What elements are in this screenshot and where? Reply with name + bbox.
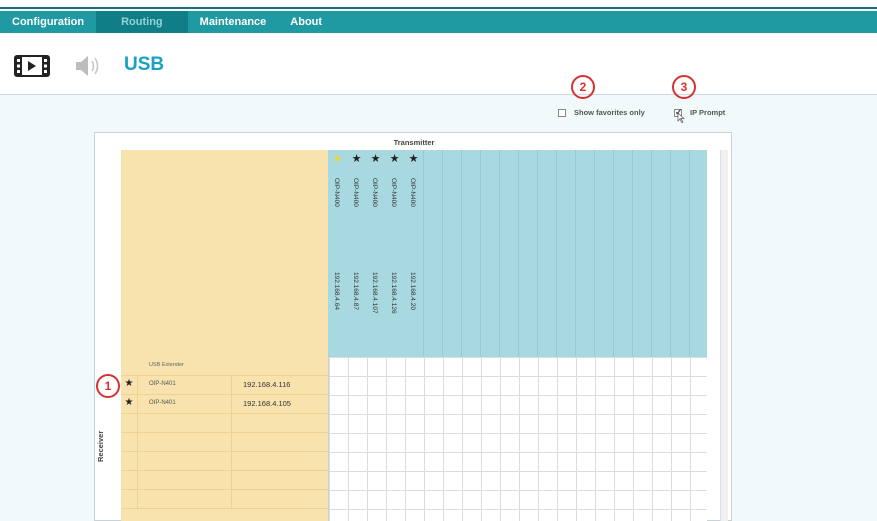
transmitter-column[interactable]: ★ OIP-N400 192.168.4.107 xyxy=(366,150,385,357)
speaker-icon[interactable] xyxy=(74,53,104,79)
callout-1: 1 xyxy=(96,374,120,398)
receiver-empty-row xyxy=(121,490,328,509)
show-favorites-checkbox[interactable] xyxy=(558,108,566,117)
transmitter-column[interactable]: ★ OIP-N400 192.168.4.87 xyxy=(347,150,366,357)
transmitter-column[interactable]: ★ OIP-N400 192.168.4.20 xyxy=(404,150,423,357)
ip-prompt-label: IP Prompt xyxy=(690,108,726,117)
receiver-list: USB Extender ★ OIP-N401 192.168.4.116 ★ … xyxy=(121,357,328,521)
transmitter-ip: 192.168.4.126 xyxy=(390,272,397,314)
transmitter-name: OIP-N400 xyxy=(371,178,378,207)
receiver-group-row: USB Extender xyxy=(121,357,328,376)
transmitter-ip: 192.168.4.87 xyxy=(352,272,359,310)
receiver-ip: 192.168.4.105 xyxy=(243,399,291,408)
cell-divider xyxy=(231,433,232,452)
page: Configuration Routing Maintenance About … xyxy=(0,0,877,521)
receiver-row[interactable]: ★ OIP-N401 192.168.4.105 xyxy=(121,395,328,414)
page-header: USB xyxy=(0,33,877,95)
cell-divider xyxy=(231,395,232,414)
transmitter-column[interactable]: ★ OIP-N400 192.168.4.126 xyxy=(385,150,404,357)
callout-3: 3 xyxy=(672,75,696,99)
receiver-group-label: USB Extender xyxy=(149,362,184,368)
receiver-heading: Receiver xyxy=(96,430,105,462)
transmitter-name: OIP-N400 xyxy=(390,178,397,207)
cell-divider xyxy=(231,452,232,471)
receiver-empty-row xyxy=(121,414,328,433)
cell-divider xyxy=(137,433,138,452)
transmitter-name: OIP-N400 xyxy=(333,178,340,207)
tab-configuration[interactable]: Configuration xyxy=(0,11,96,33)
transmitter-header: ★ OIP-N400 192.168.4.64 ★ OIP-N400 192.1… xyxy=(328,150,707,357)
favorite-star-icon[interactable]: ★ xyxy=(366,152,385,165)
receiver-empty-row xyxy=(121,433,328,452)
cell-divider xyxy=(231,376,232,395)
favorite-star-icon[interactable]: ★ xyxy=(347,152,366,165)
video-film-icon[interactable] xyxy=(14,55,50,77)
cell-divider xyxy=(231,471,232,490)
top-border xyxy=(0,0,877,9)
cell-divider xyxy=(137,414,138,433)
receiver-name: OIP-N401 xyxy=(149,381,176,387)
matrix-scrollbar[interactable] xyxy=(720,150,728,521)
transmitter-column[interactable]: ★ OIP-N400 192.168.4.64 xyxy=(328,150,347,357)
matrix-corner xyxy=(121,150,328,357)
cell-divider xyxy=(231,490,232,509)
page-title: USB xyxy=(124,54,165,75)
favorite-star-icon[interactable]: ★ xyxy=(123,397,135,408)
receiver-empty-row xyxy=(121,452,328,471)
tab-routing[interactable]: Routing xyxy=(96,11,188,33)
cell-divider xyxy=(137,395,138,414)
transmitter-empty-columns xyxy=(423,150,707,357)
favorite-star-icon[interactable]: ★ xyxy=(385,152,404,165)
cell-divider xyxy=(137,490,138,509)
show-favorites-option[interactable]: Show favorites only xyxy=(558,108,645,117)
receiver-name: OIP-N401 xyxy=(149,400,176,406)
favorite-star-icon[interactable]: ★ xyxy=(404,152,423,165)
tab-about[interactable]: About xyxy=(278,11,334,33)
receiver-empty-row xyxy=(121,471,328,490)
cell-divider xyxy=(231,414,232,433)
transmitter-name: OIP-N400 xyxy=(409,178,416,207)
cell-divider xyxy=(137,452,138,471)
transmitter-ip: 192.168.4.64 xyxy=(333,272,340,310)
mouse-cursor-icon xyxy=(677,113,685,123)
transmitter-name: OIP-N400 xyxy=(352,178,359,207)
cell-divider xyxy=(137,471,138,490)
receiver-ip: 192.168.4.116 xyxy=(243,380,291,389)
favorite-star-icon[interactable]: ★ xyxy=(123,378,135,389)
receiver-row[interactable]: ★ OIP-N401 192.168.4.116 xyxy=(121,376,328,395)
show-favorites-label: Show favorites only xyxy=(574,108,645,117)
main-nav: Configuration Routing Maintenance About xyxy=(0,11,877,33)
callout-2: 2 xyxy=(571,75,595,99)
routing-grid[interactable] xyxy=(328,357,707,521)
transmitter-heading: Transmitter xyxy=(393,138,435,147)
transmitter-ip: 192.168.4.20 xyxy=(409,272,416,310)
favorite-star-icon[interactable]: ★ xyxy=(328,152,347,165)
transmitter-ip: 192.168.4.107 xyxy=(371,272,378,314)
tab-maintenance[interactable]: Maintenance xyxy=(188,11,279,33)
cell-divider xyxy=(137,376,138,395)
